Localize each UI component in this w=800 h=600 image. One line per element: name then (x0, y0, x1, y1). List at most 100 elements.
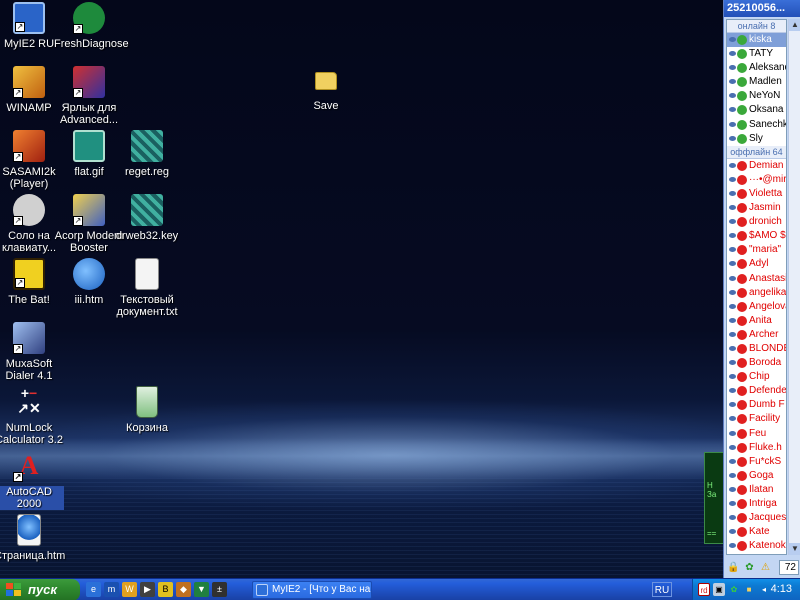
warning-icon[interactable]: ⚠ (759, 561, 772, 574)
contact-row[interactable]: Facility (727, 412, 786, 426)
contact-name: "maria" (749, 244, 782, 256)
contact-row[interactable]: Boroda (727, 356, 786, 370)
contact-row[interactable]: Oksana (727, 103, 786, 117)
contact-list[interactable]: онлайн 8 kiska TATY Aleksandr Madlen NeYoN Ok… (726, 19, 787, 555)
contact-row[interactable]: Demian (727, 159, 786, 173)
contact-row[interactable]: kiska (727, 33, 786, 48)
contact-name: Archer (749, 328, 779, 340)
eye-icon (729, 402, 736, 408)
contact-row[interactable]: Angelova (727, 300, 786, 314)
winamp-quick-icon[interactable]: W (122, 582, 137, 597)
contact-list-panel[interactable]: 25210056... онлайн 8 kiska TATY Aleksandr M… (723, 0, 800, 578)
freshdiagnose-icon: ↗ (73, 2, 105, 34)
contact-row[interactable]: $AMO $ (727, 229, 786, 243)
key-file-icon (131, 194, 163, 226)
desktop-icon-recycle-bin[interactable]: Корзина (112, 386, 182, 434)
start-button[interactable]: пуск (0, 579, 80, 600)
network-icon[interactable]: ▣ (713, 583, 725, 596)
icon-label: Ярлык для Advanced... (59, 102, 119, 126)
offline-flower-icon (737, 400, 747, 411)
scroll-down-icon[interactable]: ▼ (789, 543, 800, 555)
contact-row[interactable]: Archer (727, 328, 786, 342)
contact-row[interactable]: NeYoN (727, 89, 786, 103)
desktop-icon-reget-reg[interactable]: reget.reg (112, 130, 182, 178)
contact-row[interactable]: Anastasia (727, 272, 786, 286)
contact-row[interactable]: Adyl (727, 257, 786, 271)
eye-icon (729, 345, 736, 351)
desktop-icon-drweb-key[interactable]: drweb32.key (112, 194, 182, 242)
desktop-icon-autocad[interactable]: A ↗ AutoCAD 2000 (0, 450, 64, 510)
eye-icon (729, 51, 736, 57)
eye-icon (729, 37, 736, 42)
offline-flower-icon (737, 273, 747, 284)
online-group-header[interactable]: онлайн 8 (727, 20, 786, 33)
desktop-icon-freshdiagnose[interactable]: ↗ FreshDiagnose (54, 2, 129, 50)
eye-icon (729, 360, 736, 366)
green-widget[interactable]: H Зa == (704, 452, 724, 544)
clock[interactable]: 4:13 (771, 583, 792, 595)
language-indicator[interactable]: RU (652, 582, 672, 597)
contact-row[interactable]: TATY (727, 47, 786, 61)
offline-group-header[interactable]: оффлайн 64 (727, 145, 786, 159)
speaker-icon[interactable]: ◂ (758, 583, 770, 596)
eye-icon (729, 65, 736, 71)
contact-row[interactable]: angelika (727, 286, 786, 300)
contact-row[interactable]: Dumb F (727, 398, 786, 412)
contact-row[interactable]: Sanechka (727, 118, 786, 132)
numlock-quick-icon[interactable]: ± (212, 582, 227, 597)
offline-flower-icon (737, 287, 747, 298)
acorp-quick-icon[interactable]: ◆ (176, 582, 191, 597)
contact-row[interactable]: Sly (727, 132, 786, 146)
the-bat-icon: ↗ (13, 258, 45, 290)
taskbar-button-myie2[interactable]: MyIE2 - [Что у Вас на... (252, 581, 372, 599)
desktop-icon-save-folder[interactable]: Save (291, 66, 361, 112)
ie-icon[interactable]: e (86, 582, 101, 597)
shield-icon[interactable]: ▼ (194, 582, 209, 597)
the-bat-quick-icon[interactable]: B (158, 582, 173, 597)
contact-row[interactable]: dronich (727, 215, 786, 229)
contact-row[interactable]: Feu (727, 427, 786, 441)
folder-tray-icon[interactable]: ■ (743, 583, 755, 596)
desktop-icon-text-document[interactable]: Текстовый документ.txt (112, 258, 182, 318)
text-file-icon (135, 258, 159, 290)
contact-row[interactable]: Fu*ckS (727, 455, 786, 469)
contact-list-scrollbar[interactable]: ▲ ▼ (788, 19, 800, 555)
contact-row[interactable]: Intriga (727, 497, 786, 511)
desktop-icon-advanced-shortcut[interactable]: ↗ Ярлык для Advanced... (54, 66, 124, 126)
contact-row[interactable]: Chip (727, 370, 786, 384)
desktop-icon-stranitsa-htm[interactable]: Страница.htm (0, 514, 65, 562)
offline-flower-icon (737, 414, 747, 425)
tray-app-icon[interactable]: rd (698, 583, 710, 596)
media-icon[interactable]: ▶ (140, 582, 155, 597)
contact-list-title[interactable]: 25210056... (724, 0, 800, 17)
contact-name: Demian (749, 159, 784, 171)
contact-row[interactable]: Kate (727, 525, 786, 539)
eye-icon (729, 515, 736, 521)
contact-row[interactable]: Jasmin (727, 201, 786, 215)
lock-icon[interactable]: 🔒 (727, 561, 740, 574)
contact-name: Angelova (749, 300, 786, 312)
contact-row[interactable]: Aleksandr (727, 61, 786, 75)
contact-row[interactable]: ···•@mir (727, 173, 786, 187)
contact-row[interactable]: Fluke.h (727, 441, 786, 455)
scroll-up-icon[interactable]: ▲ (789, 19, 800, 31)
contact-row[interactable]: Ilatan (727, 483, 786, 497)
contact-row[interactable]: Madlen (727, 75, 786, 89)
desktop-icon-muxasoft-dialer[interactable]: ↗ MuxaSoft Dialer 4.1 (0, 322, 64, 382)
windows-flag-icon (6, 583, 22, 597)
contact-row[interactable]: "maria" (727, 243, 786, 257)
modem-booster-icon: ↗ (73, 194, 105, 226)
desktop-icon-numlock-calculator[interactable]: +− ↗✕ NumLock Calculator 3.2 (0, 386, 64, 447)
contact-row[interactable]: Goga (727, 469, 786, 483)
contact-row[interactable]: BLONDE (727, 342, 786, 356)
contact-row[interactable]: Jacques (727, 511, 786, 525)
flower-status-icon[interactable]: ✿ (743, 561, 756, 574)
offline-flower-icon (737, 217, 747, 228)
contact-row[interactable]: Defender (727, 384, 786, 398)
contact-row[interactable]: Violetta (727, 187, 786, 201)
myie2-quick-icon[interactable]: m (104, 582, 119, 597)
autocad-icon: A ↗ (13, 451, 39, 482)
contact-row[interactable]: Anita (727, 314, 786, 328)
flower-tray-icon[interactable]: ✿ (728, 583, 740, 596)
contact-row[interactable]: Katenok (727, 539, 786, 553)
